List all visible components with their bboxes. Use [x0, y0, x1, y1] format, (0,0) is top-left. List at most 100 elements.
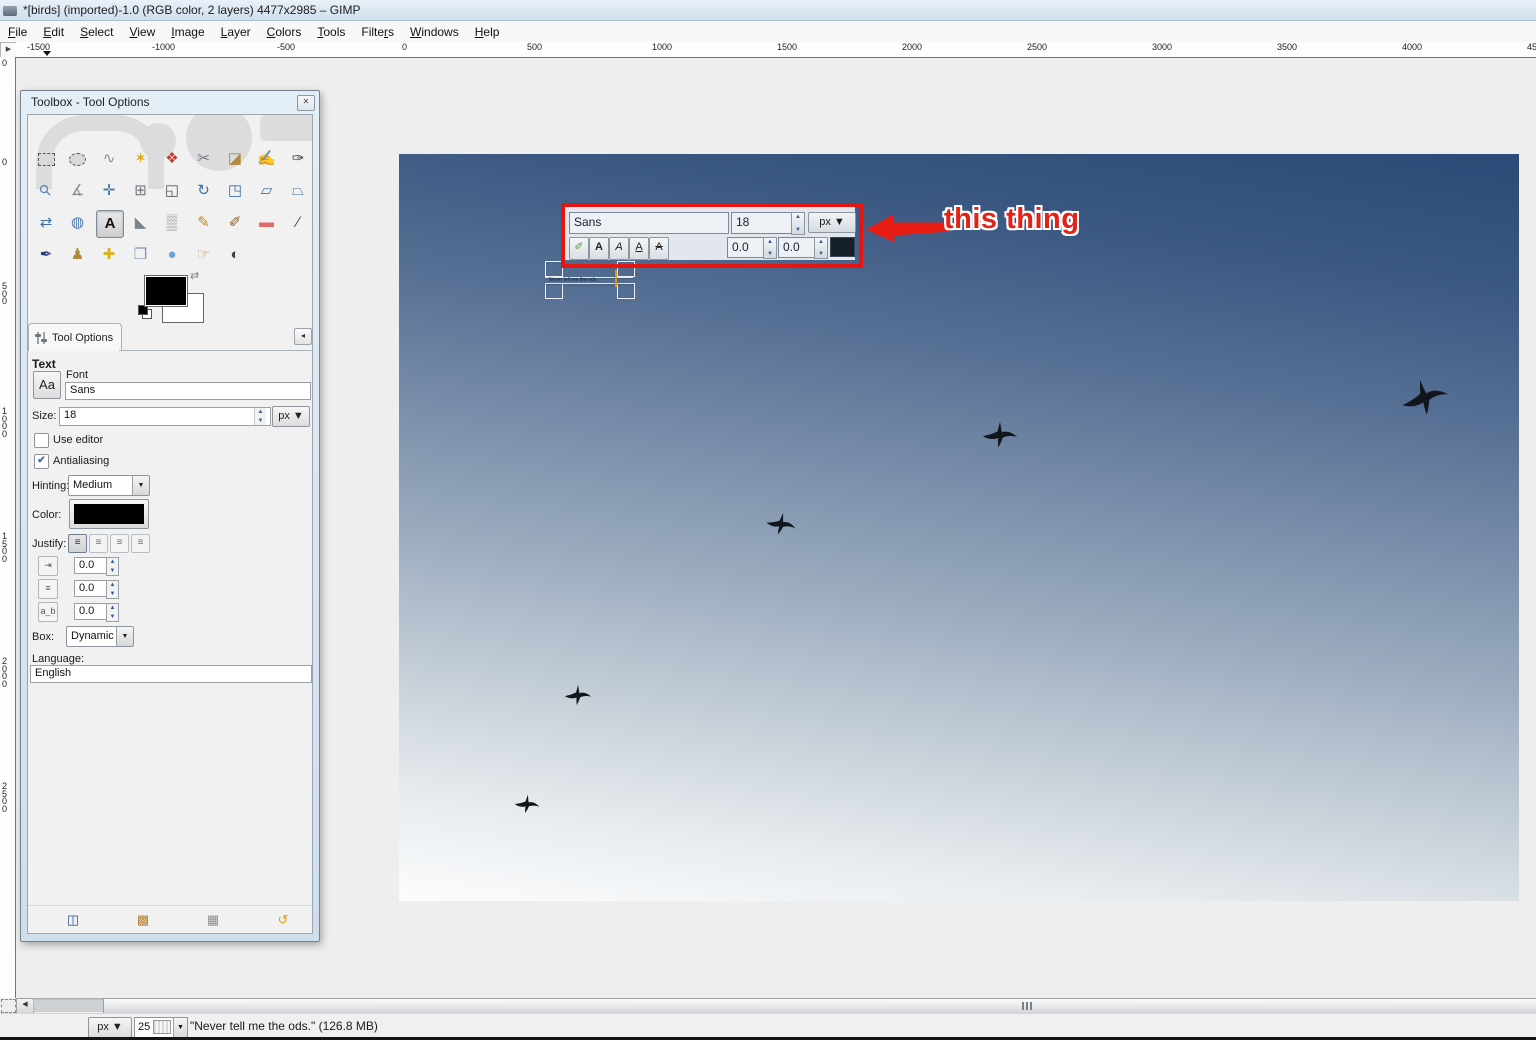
font-input[interactable]: Sans — [65, 382, 311, 400]
underline-button[interactable]: A — [629, 237, 649, 260]
justify-center-button[interactable]: ≡ — [110, 534, 129, 553]
text-tool[interactable]: A — [96, 210, 124, 238]
perspective-tool[interactable]: ⏢ — [285, 178, 311, 204]
ink-tool[interactable]: ✒ — [33, 242, 59, 268]
spinner-2[interactable]: ▲▼ — [106, 603, 119, 622]
font-preview-button[interactable]: Aa — [33, 371, 61, 399]
title-bar[interactable]: *[birds] (imported)-1.0 (RGB color, 2 la… — [0, 0, 1536, 21]
airbrush-tool[interactable]: ∕ — [285, 210, 311, 236]
measure-tool[interactable]: ∡ — [65, 178, 91, 204]
size-input[interactable]: 18 — [59, 407, 271, 426]
spin-input-1[interactable]: 0.0 — [74, 580, 108, 597]
free-select-tool[interactable]: ∿ — [96, 146, 122, 172]
ellipse-select-tool[interactable] — [65, 146, 91, 172]
clear-style-button[interactable]: ✐ — [569, 237, 589, 260]
menu-file[interactable]: File — [0, 23, 35, 41]
size-spinner[interactable]: ▲▼ — [254, 408, 266, 425]
line-spacing-icon[interactable]: ≡ — [38, 579, 58, 599]
bold-button[interactable]: A — [589, 237, 609, 260]
paths-tool[interactable]: ✍ — [254, 146, 280, 172]
close-icon[interactable]: ✕ — [297, 95, 315, 111]
menu-help[interactable]: Help — [467, 23, 508, 41]
indent-icon[interactable]: ⇥ — [38, 556, 58, 576]
strikethrough-button[interactable]: A — [649, 237, 669, 260]
zoom-dropdown-arrow-icon[interactable]: ▼ — [173, 1018, 187, 1037]
toolbar-size-spinner[interactable]: ▲▼ — [791, 212, 805, 235]
antialiasing-checkbox[interactable]: ✔ — [34, 454, 49, 469]
horizontal-scrollbar[interactable] — [33, 998, 1536, 1012]
language-input[interactable]: English — [30, 665, 312, 683]
foreground-select-tool[interactable]: ◪ — [222, 146, 248, 172]
collapse-panel-button[interactable]: ◂ — [294, 328, 312, 345]
gradient-tool[interactable]: ▒ — [159, 210, 185, 236]
toolbar-kerning-field[interactable]: 0.0 — [778, 237, 816, 258]
pencil-tool[interactable]: ✎ — [191, 210, 217, 236]
justify-left-button[interactable]: ≡ — [68, 534, 87, 553]
menu-colors[interactable]: Colors — [259, 23, 310, 41]
align-tool[interactable]: ⊞ — [128, 178, 154, 204]
menu-tools[interactable]: Tools — [309, 23, 353, 41]
toolbar-baseline-spinner[interactable]: ▲▼ — [763, 237, 777, 259]
bucket-fill-tool[interactable]: ◣ — [128, 210, 154, 236]
hinting-dropdown[interactable]: Medium▼ — [68, 475, 150, 496]
menu-edit[interactable]: Edit — [35, 23, 72, 41]
save-tool-options-button[interactable]: ◫ — [62, 911, 84, 929]
eraser-tool[interactable]: ▬ — [254, 210, 280, 236]
restore-tool-options-button[interactable]: ▩ — [132, 911, 154, 929]
toolbar-font-field[interactable]: Sans — [569, 212, 729, 234]
scale-tool[interactable]: ◳ — [222, 178, 248, 204]
menu-filters[interactable]: Filters — [353, 23, 402, 41]
toolbar-baseline-field[interactable]: 0.0 — [727, 237, 765, 258]
menu-layer[interactable]: Layer — [213, 23, 259, 41]
fuzzy-select-tool[interactable]: ✶ — [128, 146, 154, 172]
reset-tool-options-button[interactable]: ↺ — [272, 911, 294, 929]
vertical-ruler[interactable]: 005 0 01 0 0 01 5 0 02 0 0 02 5 0 0 — [0, 57, 16, 998]
toolbar-size-field[interactable]: 18 — [731, 212, 793, 234]
swap-colors-icon[interactable]: ⇄ — [190, 269, 199, 282]
textbox-handle-bottom-left[interactable] — [545, 283, 563, 299]
flip-tool[interactable]: ⇄ — [33, 210, 59, 236]
paintbrush-tool[interactable]: ✐ — [222, 210, 248, 236]
rotate-tool[interactable]: ↻ — [191, 178, 217, 204]
menu-view[interactable]: View — [121, 23, 163, 41]
scissors-select-tool[interactable]: ✂ — [191, 146, 217, 172]
color-picker-tool[interactable]: ✑ — [285, 146, 311, 172]
scrollbar-thumb[interactable] — [103, 998, 1536, 1014]
select-by-color-tool[interactable]: ❖ — [159, 146, 185, 172]
justify-fill-button[interactable]: ≡ — [131, 534, 150, 553]
justify-right-button[interactable]: ≡ — [89, 534, 108, 553]
toolbar-unit-dropdown[interactable]: px ▼ — [808, 212, 856, 233]
crop-tool[interactable]: ◱ — [159, 178, 185, 204]
tab-tool-options[interactable]: Tool Options — [28, 323, 122, 351]
spinner-1[interactable]: ▲▼ — [106, 580, 119, 599]
statusbar-unit-dropdown[interactable]: px ▼ — [88, 1017, 132, 1038]
box-dropdown[interactable]: Dynamic▼ — [66, 626, 134, 647]
cage-transform-tool[interactable]: ◍ — [65, 210, 91, 236]
menu-image[interactable]: Image — [163, 23, 212, 41]
delete-tool-options-button[interactable]: ▦ — [202, 911, 224, 929]
text-color-button[interactable] — [69, 499, 149, 529]
menu-windows[interactable]: Windows — [402, 23, 467, 41]
rectangle-select-tool[interactable] — [33, 146, 59, 172]
letter-spacing-icon[interactable]: a_b — [38, 602, 58, 622]
size-unit-dropdown[interactable]: px ▼ — [272, 406, 310, 427]
use-editor-checkbox[interactable] — [34, 433, 49, 448]
toolbar-color-swatch[interactable] — [830, 237, 855, 257]
zoom-level-combo[interactable]: 25 ▼ — [134, 1017, 188, 1038]
textbox-handle-bottom-right[interactable] — [617, 283, 635, 299]
italic-button[interactable]: A — [609, 237, 629, 260]
heal-tool[interactable]: ✚ — [96, 242, 122, 268]
dodge-burn-tool[interactable]: ◐ — [222, 242, 248, 268]
shear-tool[interactable]: ▱ — [254, 178, 280, 204]
menu-select[interactable]: Select — [72, 23, 121, 41]
scroll-left-arrow-icon[interactable]: ◀ — [16, 998, 34, 1014]
foreground-color-swatch[interactable] — [144, 275, 188, 307]
move-tool[interactable]: ✛ — [96, 178, 122, 204]
spinner-0[interactable]: ▲▼ — [106, 557, 119, 576]
quick-mask-toggle[interactable] — [1, 999, 16, 1013]
blur-sharpen-tool[interactable]: ● — [159, 242, 185, 268]
smudge-tool[interactable]: ☞ — [191, 242, 217, 268]
perspective-clone-tool[interactable]: ❐ — [128, 242, 154, 268]
spin-input-0[interactable]: 0.0 — [74, 557, 108, 574]
toolbar-kerning-spinner[interactable]: ▲▼ — [814, 237, 828, 259]
